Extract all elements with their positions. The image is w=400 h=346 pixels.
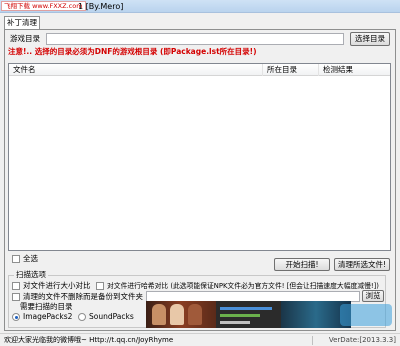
radio-soundpacks-label: SoundPacks: [89, 312, 134, 321]
title-bar: 飞翔下载 www.FXXZ.com 1 [By.Mero]: [0, 0, 400, 13]
status-bar: 欢迎大家光临我的微博哦~ Http://t.qq.cn/JoyRhyme Ver…: [0, 333, 400, 346]
ad-banner-stats: [216, 301, 281, 328]
game-dir-label: 游戏目录: [10, 34, 40, 43]
tab-patch-clean[interactable]: 补丁清理: [4, 16, 40, 30]
compare-hash-checkbox[interactable]: [96, 282, 104, 290]
column-directory[interactable]: 所在目录: [263, 64, 319, 76]
watermark-badge: 飞翔下载 www.FXXZ.com: [1, 1, 86, 11]
scan-options-title: 扫描选项: [14, 270, 48, 280]
window-title: 1 [By.Mero]: [78, 2, 124, 11]
clean-selected-button[interactable]: 清理所选文件!: [334, 258, 390, 271]
radio-imagepacks2[interactable]: [12, 313, 20, 321]
browse-button[interactable]: 浏览: [362, 290, 384, 302]
select-all-checkbox[interactable]: [12, 255, 20, 263]
status-separator: [312, 336, 313, 345]
status-weibo-text: 欢迎大家光临我的微博哦~ Http://t.qq.cn/JoyRhyme: [4, 336, 174, 344]
watermark-logo: [340, 304, 392, 326]
tab-strip: 补丁清理: [4, 14, 396, 30]
notice-text: 注意!.. 选择的目录必须为DNF的游戏根目录 (即Package.lst所在目…: [8, 47, 257, 56]
target-dir-label: 需要扫描的目录: [20, 302, 73, 311]
file-list-header: 文件名 所在目录 检测结果: [9, 64, 390, 76]
select-dir-button[interactable]: 选择目录: [350, 32, 390, 46]
ad-banner[interactable]: [146, 301, 351, 328]
backup-checkbox[interactable]: [12, 293, 20, 301]
radio-imagepacks2-label: ImagePacks2: [23, 312, 73, 321]
game-dir-input[interactable]: [46, 33, 344, 45]
backup-label: 清理的文件不删除而是备份到文件夹: [23, 292, 143, 301]
select-all-label: 全选: [23, 254, 38, 263]
column-filename[interactable]: 文件名: [9, 64, 263, 76]
compare-size-label: 对文件进行大小对比: [23, 281, 91, 290]
start-scan-button[interactable]: 开始扫描!: [274, 258, 330, 271]
radio-soundpacks[interactable]: [78, 313, 86, 321]
ad-banner-characters: [146, 301, 216, 328]
file-list[interactable]: 文件名 所在目录 检测结果: [8, 63, 391, 251]
compare-size-checkbox[interactable]: [12, 282, 20, 290]
column-result[interactable]: 检测结果: [319, 64, 390, 76]
status-version: VerDate:[2013.3.3]: [328, 336, 396, 344]
compare-hash-label: 对文件进行哈希对比 (此选项能保证NPK文件必为官方文件! [但会让扫描速度大幅…: [107, 282, 379, 290]
